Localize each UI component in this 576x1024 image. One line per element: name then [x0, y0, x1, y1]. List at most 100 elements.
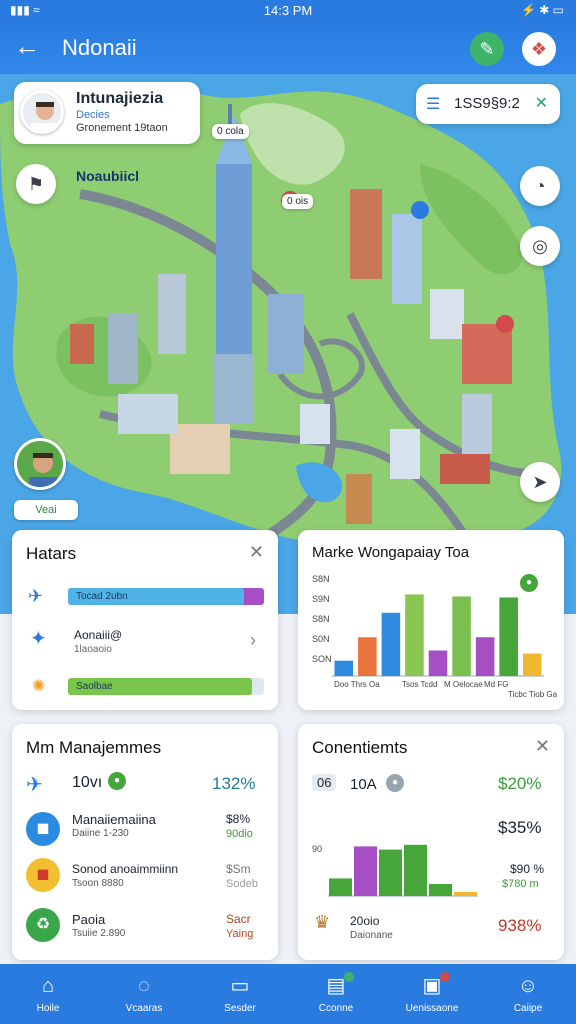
chart-bar	[522, 653, 542, 676]
close-icon[interactable]: ✕	[535, 93, 548, 113]
close-icon[interactable]: ✕	[249, 542, 264, 563]
bottom-nav: ⌂ Hoile ◌ Vcaaras ▭ Sesder ▤ Cconne ▣ Ue…	[0, 964, 576, 1024]
chart-title: Marke Wongapaiay Toa	[312, 544, 470, 561]
book-icon: ▭	[230, 975, 250, 997]
header-value: 10A	[350, 776, 377, 793]
back-arrow-icon[interactable]: ←	[14, 32, 40, 60]
chart-bar	[428, 650, 448, 676]
location-pin-icon[interactable]: ✎	[470, 32, 504, 66]
bar-chart	[332, 594, 544, 677]
nav-label: Caiipe	[513, 1003, 543, 1014]
info-icon: ●	[386, 774, 404, 792]
nav-briefcase[interactable]: ▤ Cconne	[288, 964, 384, 1024]
nav-home[interactable]: ⌂ Hoile	[0, 964, 96, 1024]
row-value: $Sm	[226, 862, 251, 876]
row-sub: 1laoaoio	[74, 644, 112, 655]
home-icon: ⌂	[41, 975, 55, 997]
chart-bar	[404, 844, 427, 896]
y-tick: S9N	[312, 594, 330, 604]
plane-icon: ✈	[26, 774, 43, 796]
recycle-icon: ♻	[26, 908, 60, 942]
header-percent: $20%	[498, 774, 542, 793]
marke-chart-panel: Marke Wongapaiay Toa S8N S9N S8N S0N SON…	[298, 530, 564, 710]
profile-subtitle: Decies	[76, 109, 110, 121]
x-label: Tsos Tcdd	[402, 680, 438, 689]
chart-bar	[452, 596, 471, 676]
user-tag: Veai	[14, 500, 78, 520]
nav-label: Cconne	[318, 1003, 354, 1014]
nav-profile[interactable]: ☺ Caiipe	[480, 964, 576, 1024]
nav-label: Hoile	[36, 1003, 60, 1014]
y-tick: 90	[312, 844, 323, 854]
row-sub: Daiine 1-230	[72, 828, 129, 839]
row-sub: Tsoon 8880	[72, 878, 124, 889]
chart-bar	[475, 637, 495, 676]
profile-card[interactable]: Intunajiezia Decies Gronement 19taon	[14, 82, 200, 144]
chart-bar	[499, 597, 518, 676]
footer-label: 20oio	[350, 914, 380, 928]
nav-folder[interactable]: ▣ Uenissaone	[384, 964, 480, 1024]
puzzle-icon: ✦	[30, 628, 47, 650]
map-tag[interactable]: 0 cola	[212, 124, 249, 139]
chart-bar	[381, 612, 401, 676]
filter-icon[interactable]: ☰	[426, 94, 440, 114]
progress-bar: Saolbae	[68, 678, 264, 695]
y-tick: SON	[312, 654, 332, 664]
avatar	[20, 90, 64, 134]
pin-icon: ●	[520, 574, 538, 592]
briefcase-icon: ▤	[326, 975, 346, 997]
layers-icon[interactable]: ⚑	[16, 164, 56, 204]
panel-title: Conentiemts	[312, 738, 408, 757]
bar-chart	[328, 844, 478, 897]
chat-icon[interactable]: ◔	[520, 166, 560, 206]
chevron-right-icon[interactable]: ›	[250, 630, 256, 651]
panel-title: Hatars	[26, 544, 77, 563]
header-percent: 132%	[212, 774, 256, 793]
sun-icon: ✺	[32, 678, 46, 695]
chat-icon: ◌	[138, 975, 150, 997]
nav-label: Uenissaone	[405, 1003, 459, 1014]
row-value-2: 90dio	[226, 828, 253, 840]
row-title: Manaiiemaiina	[72, 812, 156, 827]
panel-title: Mm Manajemmes	[26, 738, 162, 757]
notification-badge	[344, 972, 354, 982]
y-tick: S0N	[312, 634, 330, 644]
mid-percent: $35%	[498, 818, 542, 837]
pin-icon: ●	[108, 772, 126, 790]
chart-bar	[379, 849, 402, 896]
x-label: Md FG	[484, 680, 509, 689]
header-chip: 06	[312, 774, 337, 791]
management-panel: Mm Manajemmes ✈ 10vı ● 132% ◼ Manaiiemai…	[12, 724, 278, 960]
footer-sub: Daionane	[350, 930, 393, 941]
row-value: $8%	[226, 812, 251, 826]
compass-icon[interactable]: ◎	[520, 226, 560, 266]
notification-badge	[440, 972, 450, 982]
chart-bar	[358, 637, 377, 676]
bar-label: Tocad 2ubn	[76, 591, 128, 602]
chart-bar	[334, 660, 354, 676]
row-sub: Tsuiie 2.890	[72, 928, 126, 939]
app-bar: ← Ndonaii ✎ ❖	[0, 22, 576, 74]
conentiemts-panel: Conentiemts ✕ 06 10A ● $20% $35% 90 $90 …	[298, 724, 564, 960]
nav-messages[interactable]: ◌ Vcaaras	[96, 964, 192, 1024]
search-card[interactable]: ☰ 1SS9§9:2 ✕	[416, 84, 560, 124]
close-icon[interactable]: ✕	[535, 736, 550, 757]
user-avatar[interactable]	[14, 438, 66, 490]
chart-bar	[454, 892, 477, 896]
chart-bar	[405, 594, 424, 676]
row-value: Sacr	[226, 912, 251, 926]
map-icon[interactable]: ❖	[522, 32, 556, 66]
hatars-panel: Hatars ✕ ✈ Tocad 2ubn ✦ Aonaiii@ 1laoaoi…	[12, 530, 278, 710]
map-tag[interactable]: 0 ois	[282, 194, 314, 209]
x-label: M Oelocae	[444, 680, 483, 689]
location-label: Noaubiicl	[76, 168, 140, 184]
nav-book[interactable]: ▭ Sesder	[192, 964, 288, 1024]
row-value-2: Yaing	[226, 928, 254, 940]
battery-icon: ⚡ ✱ ▭	[520, 3, 564, 17]
folder-icon: ▣	[422, 975, 442, 997]
side-value: $780 m	[502, 878, 539, 890]
navigation-icon[interactable]: ➤	[520, 462, 560, 502]
person-icon: ☺	[517, 975, 539, 997]
x-label: Doo Thrs Oa	[334, 680, 380, 689]
y-tick: S8N	[312, 614, 330, 624]
